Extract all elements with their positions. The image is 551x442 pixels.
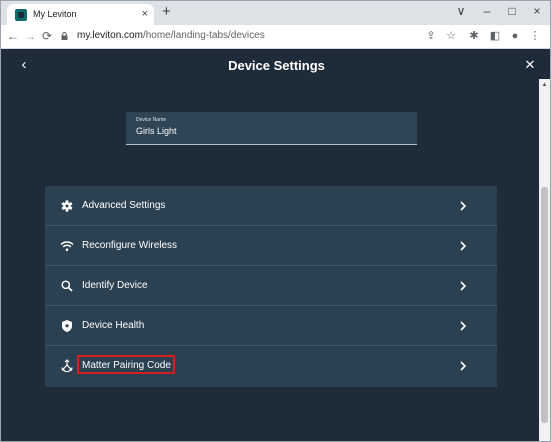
settings-item-label: Reconfigure Wireless bbox=[82, 240, 178, 251]
scroll-thumb[interactable] bbox=[541, 187, 548, 423]
device-name-label: Device Name bbox=[136, 117, 167, 123]
app-viewport: ‹ Device Settings ✕ ▲ Device Name Girls … bbox=[1, 49, 550, 441]
tab-strip: My Leviton × + ∨ – □ × bbox=[1, 1, 550, 25]
minimize-button[interactable]: – bbox=[478, 3, 496, 19]
settings-item-label: Identify Device bbox=[82, 280, 148, 291]
settings-item-label: Device Health bbox=[82, 320, 145, 331]
url-host: my.leviton.com bbox=[77, 30, 143, 41]
extensions-icon[interactable]: ✱ bbox=[467, 28, 481, 44]
close-icon[interactable]: ✕ bbox=[523, 56, 537, 74]
close-window-button[interactable]: × bbox=[528, 3, 546, 19]
tab-close-icon[interactable]: × bbox=[142, 7, 148, 21]
url-path: /home/landing-tabs/devices bbox=[142, 30, 265, 41]
gear-icon bbox=[61, 200, 73, 212]
share-icon[interactable]: ⇪ bbox=[424, 28, 438, 44]
settings-item-matter-pairing-code[interactable]: Matter Pairing Code bbox=[45, 346, 497, 386]
chevron-right-icon bbox=[460, 281, 467, 291]
page-scrollbar[interactable]: ▲ bbox=[539, 79, 550, 441]
side-panel-icon[interactable]: ◧ bbox=[488, 28, 502, 44]
chevron-right-icon bbox=[460, 321, 467, 331]
bookmark-star-icon[interactable]: ☆ bbox=[444, 28, 458, 44]
settings-item-advanced-settings[interactable]: Advanced Settings bbox=[45, 186, 497, 226]
new-tab-button[interactable]: + bbox=[162, 4, 171, 20]
device-name-field[interactable]: Device Name Girls Light bbox=[126, 112, 417, 145]
settings-item-device-health[interactable]: Device Health bbox=[45, 306, 497, 346]
url-text: my.leviton.com/home/landing-tabs/devices bbox=[77, 30, 265, 41]
settings-list: Advanced Settings Reconfigure Wireless I… bbox=[45, 186, 497, 387]
profile-avatar-icon[interactable]: ● bbox=[508, 28, 522, 44]
app-header: ‹ Device Settings ✕ bbox=[1, 49, 550, 84]
chevron-right-icon bbox=[460, 361, 467, 371]
reload-icon[interactable]: ⟳ bbox=[40, 28, 54, 44]
search-icon bbox=[61, 280, 73, 292]
highlight-annotation bbox=[77, 355, 175, 374]
tab-title: My Leviton bbox=[33, 9, 77, 19]
wifi-icon bbox=[60, 241, 74, 251]
settings-item-reconfigure-wireless[interactable]: Reconfigure Wireless bbox=[45, 226, 497, 266]
matter-icon bbox=[61, 359, 73, 373]
tab-search-icon[interactable]: ∨ bbox=[452, 3, 470, 19]
chevron-right-icon bbox=[460, 201, 467, 211]
device-name-value[interactable]: Girls Light bbox=[136, 126, 177, 136]
settings-item-label: Advanced Settings bbox=[82, 200, 166, 211]
settings-item-identify-device[interactable]: Identify Device bbox=[45, 266, 497, 306]
browser-menu-icon[interactable]: ⋮ bbox=[528, 28, 542, 44]
scroll-up-arrow-icon[interactable]: ▲ bbox=[539, 79, 550, 91]
lock-icon bbox=[61, 32, 68, 40]
leviton-favicon-icon bbox=[15, 9, 27, 21]
maximize-button[interactable]: □ bbox=[503, 3, 521, 19]
browser-tab[interactable]: My Leviton × bbox=[7, 4, 154, 25]
shield-icon bbox=[62, 320, 72, 332]
chevron-right-icon bbox=[460, 241, 467, 251]
back-arrow-icon[interactable]: ← bbox=[6, 28, 20, 44]
page-title: Device Settings bbox=[228, 58, 325, 73]
forward-arrow-icon[interactable]: → bbox=[23, 28, 37, 44]
browser-toolbar: ← → ⟳ my.leviton.com/home/landing-tabs/d… bbox=[1, 25, 550, 49]
browser-window: My Leviton × + ∨ – □ × ← → ⟳ my.leviton.… bbox=[0, 0, 551, 442]
